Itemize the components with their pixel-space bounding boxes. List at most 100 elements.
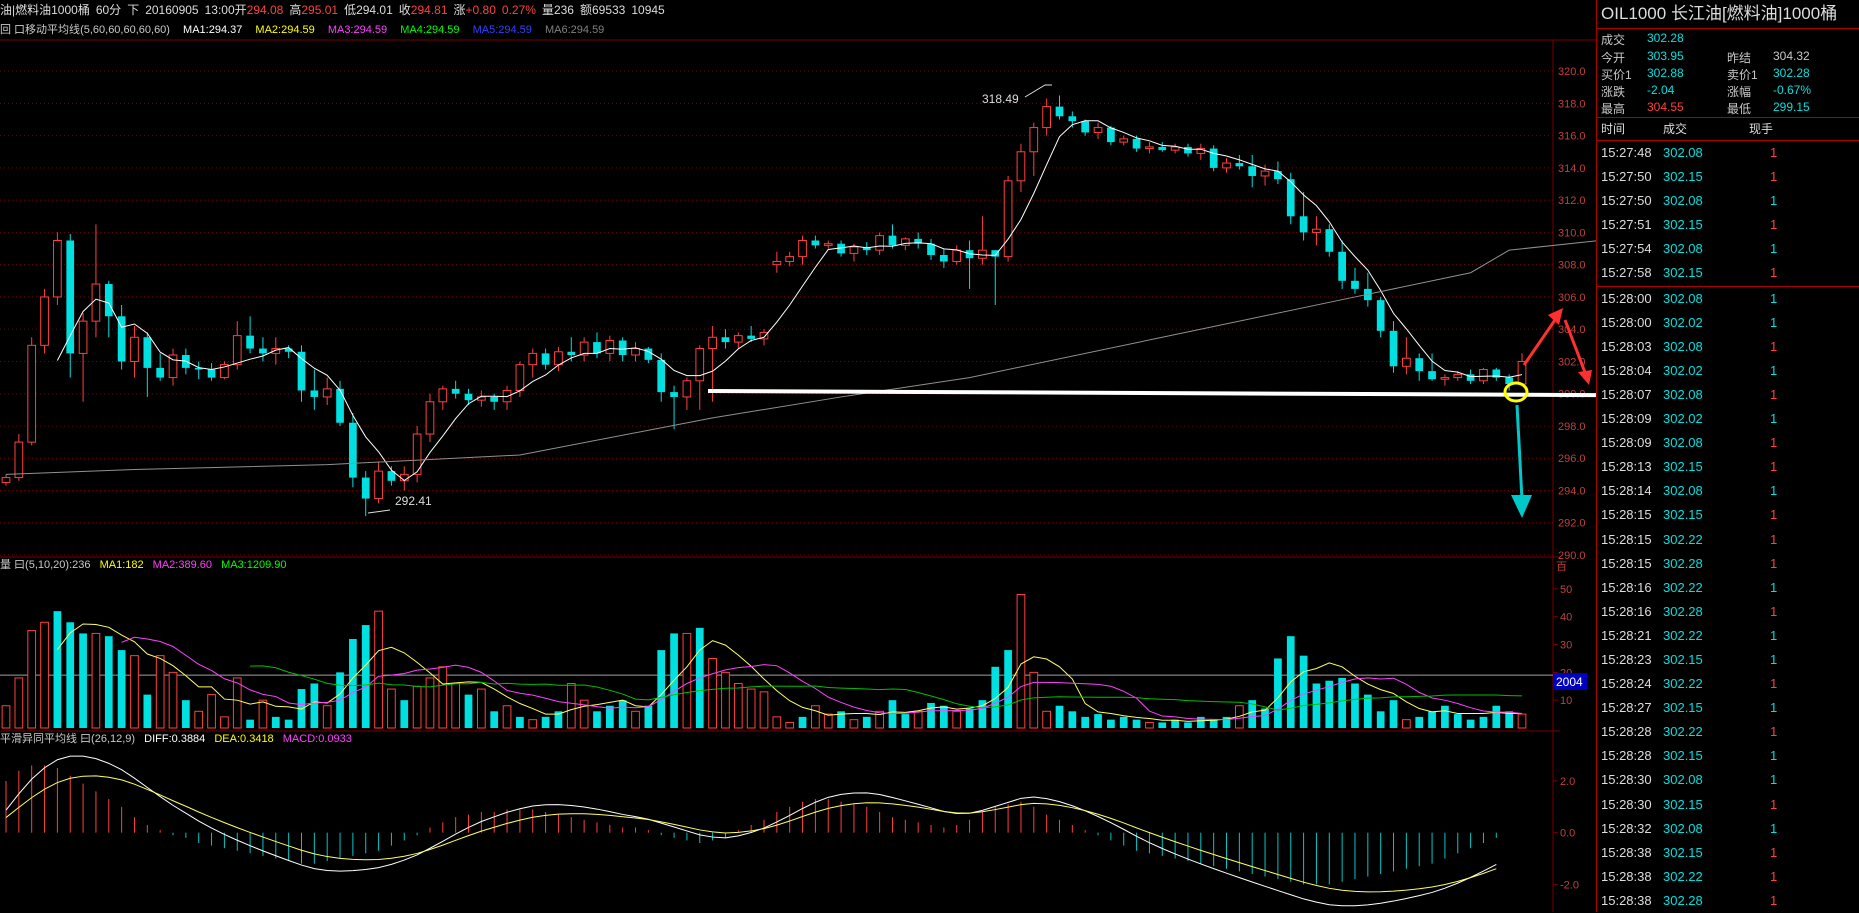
candle-body xyxy=(374,470,383,500)
volume-bar xyxy=(14,677,24,729)
tick-volume: 1 xyxy=(1770,676,1778,692)
direction-label: 下 xyxy=(127,3,140,17)
price-tick-label: 318.0 xyxy=(1558,98,1586,110)
candle-body xyxy=(438,388,448,403)
tick-time: 15:28:32 xyxy=(1601,820,1652,836)
tick-time: 15:27:51 xyxy=(1601,217,1652,233)
tick-volume: 1 xyxy=(1770,579,1778,595)
ma3-value: MA3:294.59 xyxy=(327,24,388,36)
tick-price: 302.15 xyxy=(1663,459,1703,475)
instrument-header: 油|燃料油1000桶 60分下 20160905 13:00开294.08 高295.0… xyxy=(0,0,1596,22)
tick-volume: 1 xyxy=(1770,169,1778,185)
volume-bar xyxy=(823,713,833,729)
volume-bar xyxy=(618,700,627,728)
candle-body xyxy=(1042,106,1051,129)
macd-tick-label: 2.0 xyxy=(1560,776,1575,788)
tick-row: 15:27:58 302.15 1 xyxy=(1597,261,1859,285)
candle-body xyxy=(143,337,152,368)
low-price: 299.15 xyxy=(1773,100,1810,114)
candle-body xyxy=(888,235,897,246)
chg-value: -2.04 xyxy=(1647,83,1675,97)
tick-row: 15:28:21 302.22 1 xyxy=(1597,624,1859,648)
volume-bar xyxy=(1004,650,1012,728)
volume-bar xyxy=(130,655,139,729)
volume-bar xyxy=(1517,713,1527,729)
kline-chart[interactable]: 320.0 318.0 316.0 314.0 312.0 310.0 308.0 306.0… xyxy=(0,0,1596,912)
volume-bar xyxy=(1376,711,1385,728)
period: 60分 xyxy=(95,3,122,17)
tick-volume: 1 xyxy=(1770,193,1778,209)
macd-dea-line xyxy=(5,775,1497,893)
candle-body xyxy=(657,359,666,393)
tick-row: 15:28:09 302.08 1 xyxy=(1597,431,1859,455)
high-annotation-leader xyxy=(1024,84,1052,98)
candle-body xyxy=(399,473,409,482)
volume-marker: 2004 xyxy=(1556,675,1583,689)
candle-body xyxy=(349,422,357,478)
low-label: 最低 xyxy=(1727,102,1752,116)
volume-bar xyxy=(182,700,190,728)
volume-bar xyxy=(412,685,422,729)
candle-body xyxy=(310,390,319,397)
low-value: 294.01 xyxy=(356,3,393,17)
open-label: 开 xyxy=(234,3,247,17)
price-tick-label: 298.0 xyxy=(1558,421,1586,433)
macd-legend-name: 平滑异同平均线 曰(26,12,9) xyxy=(0,733,136,745)
tick-price: 302.28 xyxy=(1663,892,1703,908)
change-pct: 0.27% xyxy=(501,3,536,17)
macd-legend: 平滑异同平均线 曰(26,12,9) DIFF:0.3884 DEA:0.341… xyxy=(0,732,358,748)
tick-volume: 1 xyxy=(1770,314,1778,330)
volume-bar xyxy=(502,705,512,729)
candle-body xyxy=(1068,116,1077,122)
tick-row: 15:28:13 302.15 1 xyxy=(1597,455,1859,479)
candle-body xyxy=(1299,216,1308,233)
tick-price: 302.28 xyxy=(1663,555,1703,571)
ticks-list[interactable]: 15:27:48 302.08 1 15:27:50 302.15 1 15:27:50 30… xyxy=(1597,141,1859,913)
volume-bar xyxy=(798,716,807,728)
tick-row: 15:28:00 302.08 1 xyxy=(1597,285,1859,311)
tick-price: 302.15 xyxy=(1663,844,1703,860)
candle-body xyxy=(515,364,525,391)
tick-price: 302.22 xyxy=(1663,579,1703,595)
candle-body xyxy=(1107,127,1115,143)
tick-row: 15:28:00 302.02 1 xyxy=(1597,311,1859,335)
candle-body xyxy=(297,351,306,391)
tick-price: 302.22 xyxy=(1663,531,1703,547)
volume-bar xyxy=(1479,716,1488,728)
candle-body xyxy=(567,351,576,355)
tick-price: 302.15 xyxy=(1663,169,1703,185)
chgpct-value: -0.67% xyxy=(1773,83,1812,97)
tick-time: 15:28:16 xyxy=(1601,603,1652,619)
vol-tick-label: 10 xyxy=(1560,695,1572,707)
candle-body xyxy=(1274,171,1282,180)
candle-body xyxy=(875,235,884,251)
volume-bar xyxy=(477,688,486,729)
candle-body xyxy=(1248,166,1257,176)
tick-price: 302.15 xyxy=(1663,796,1703,812)
open-price: 303.95 xyxy=(1647,49,1684,63)
candle-body xyxy=(952,249,962,262)
low-annotation-leader xyxy=(367,509,391,514)
tick-row: 15:28:30 302.15 1 xyxy=(1597,793,1859,817)
tick-time: 15:28:15 xyxy=(1601,555,1652,571)
volume-bar xyxy=(79,633,87,728)
volume-bar xyxy=(490,711,499,728)
candle-body xyxy=(78,320,88,354)
candle-body xyxy=(490,396,499,402)
ask-price: 302.28 xyxy=(1773,66,1810,80)
volume-bar xyxy=(361,625,370,728)
candle-body xyxy=(682,380,692,398)
volume-bar xyxy=(1042,710,1051,729)
change-value: +0.80 xyxy=(465,3,496,17)
last-price: 302.28 xyxy=(1647,31,1684,45)
volume-bar xyxy=(1441,705,1449,728)
tick-price: 302.22 xyxy=(1663,676,1703,692)
macd-value: MACD:0.0933 xyxy=(282,733,352,745)
last-label: 成交 xyxy=(1601,33,1626,47)
volume-bar xyxy=(1107,719,1115,728)
tick-row: 15:28:28 302.22 1 xyxy=(1597,720,1859,744)
tick-volume: 1 xyxy=(1770,338,1778,354)
tick-row: 15:28:07 302.08 1 xyxy=(1597,383,1859,407)
tick-row: 15:28:15 302.28 1 xyxy=(1597,552,1859,576)
candle-body xyxy=(747,335,756,339)
